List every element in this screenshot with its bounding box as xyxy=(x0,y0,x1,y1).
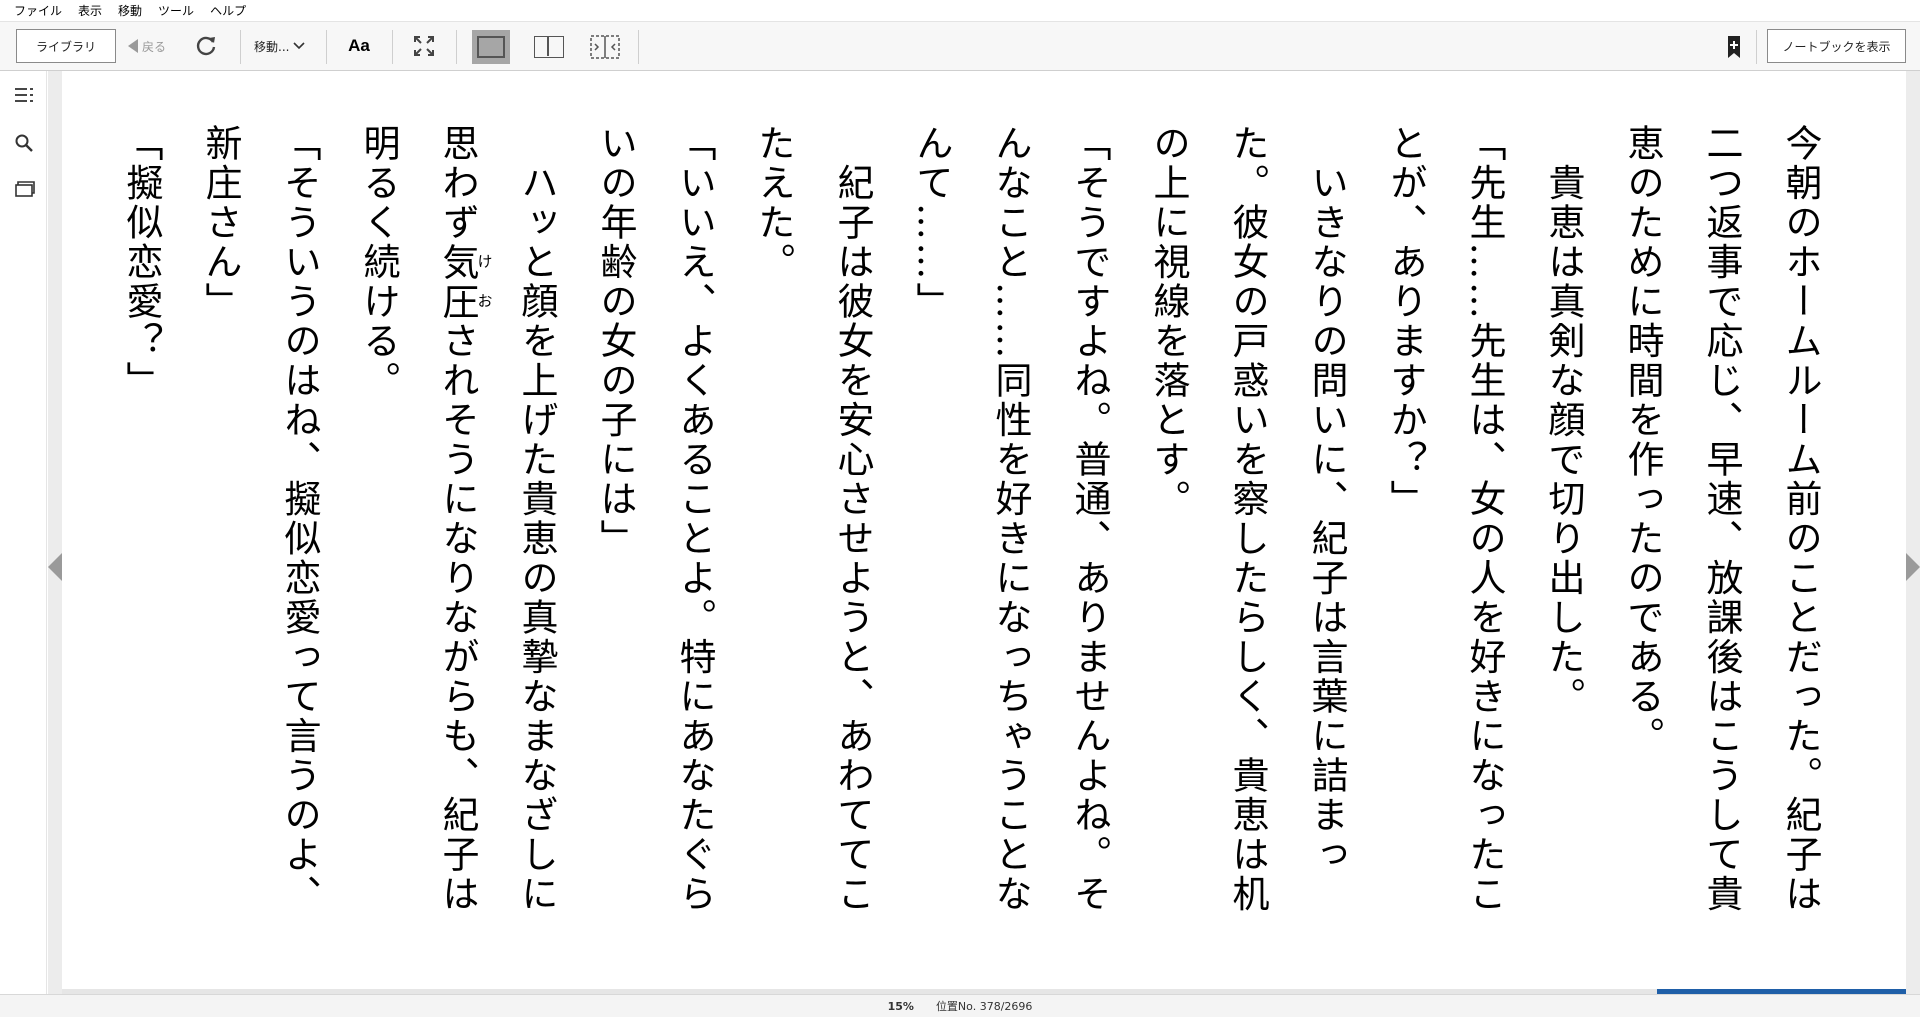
back-arrow-icon xyxy=(128,39,138,53)
toolbar-divider xyxy=(392,30,393,64)
previous-page-arrow-icon[interactable] xyxy=(48,553,62,581)
book-paragraph: 「いいえ、よくあることよ。特にあなたぐらいの年齢の女の子には」 xyxy=(594,124,716,914)
book-paragraph: 「先生……先生は、女の人を好きになったことが、ありますか？」 xyxy=(1384,124,1506,914)
library-button[interactable]: ライブラリ xyxy=(16,29,116,63)
fullscreen-icon[interactable] xyxy=(412,34,436,58)
book-paragraph: 今朝のホームルーム前のことだった。紀子は二つ返事で応じ、早速、放課後はこうして貴… xyxy=(1621,124,1822,914)
toolbar-divider xyxy=(638,30,639,64)
toolbar-divider xyxy=(456,30,457,64)
fit-page-icon xyxy=(590,35,620,59)
book-paragraph: ハッと顔を上げた貴恵の真摯なまなざしに思わず気圧けおされそうになりながらも、紀子… xyxy=(357,124,558,914)
two-page-icon xyxy=(534,36,564,58)
back-button[interactable]: 戻る xyxy=(128,29,176,63)
location-readout: 位置No. 378/2696 xyxy=(935,1000,1033,1013)
toolbar-divider xyxy=(240,30,241,64)
table-of-contents-icon[interactable] xyxy=(12,83,36,107)
toolbar-divider xyxy=(1756,30,1757,64)
menu-view[interactable]: 表示 xyxy=(70,0,110,22)
next-page-arrow-icon[interactable] xyxy=(1906,553,1920,581)
font-settings-button[interactable]: Aa xyxy=(344,29,374,63)
two-page-view-button[interactable] xyxy=(530,30,568,64)
flashcards-icon[interactable] xyxy=(12,177,36,201)
left-sidebar xyxy=(0,71,47,994)
book-paragraph: 貴恵は真剣な顔で切り出した。 xyxy=(1542,124,1585,717)
goto-label: 移動... xyxy=(254,39,290,54)
book-paragraph: 「そういうのはね、擬似恋愛って言うのよ、新庄さん」 xyxy=(199,124,321,914)
progress-percent: 15% xyxy=(887,999,914,1013)
fit-page-view-button[interactable] xyxy=(586,30,624,64)
single-page-icon xyxy=(477,36,505,58)
show-notebook-button[interactable]: ノートブックを表示 xyxy=(1767,29,1906,63)
book-paragraph: 「擬似恋愛？」 xyxy=(120,124,163,401)
menu-bar: ファイル 表示 移動 ツール ヘルプ xyxy=(0,0,1920,22)
toolbar: ライブラリ 戻る 移動... Aa ノートブックを表示 xyxy=(0,22,1920,71)
single-page-view-button[interactable] xyxy=(472,30,510,64)
menu-tools[interactable]: ツール xyxy=(150,0,202,22)
menu-help[interactable]: ヘルプ xyxy=(202,0,254,22)
back-label: 戻る xyxy=(142,39,167,54)
book-paragraph: 紀子は彼女を安心させようと、あわててこたえた。 xyxy=(752,124,874,914)
chevron-down-icon xyxy=(293,42,306,50)
book-paragraph: いきなりの問いに、紀子は言葉に詰まった。彼女の戸惑いを察したらしく、貴恵は机の上… xyxy=(1147,124,1348,914)
next-page-gutter[interactable] xyxy=(1906,71,1920,994)
menu-go[interactable]: 移動 xyxy=(110,0,150,22)
search-icon[interactable] xyxy=(12,131,36,155)
book-text: 今朝のホームルーム前のことだった。紀子は二つ返事で応じ、早速、放課後はこうして貴… xyxy=(100,124,1840,944)
menu-file[interactable]: ファイル xyxy=(6,0,70,22)
refresh-icon[interactable] xyxy=(194,34,218,58)
book-paragraph: 「そうですよね。普通、ありませんよね。そんなこと……同性を好きになっちゃうことな… xyxy=(910,124,1111,914)
goto-button[interactable]: 移動... xyxy=(254,29,314,63)
prev-page-gutter[interactable] xyxy=(48,71,62,994)
toolbar-divider xyxy=(326,30,327,64)
status-bar: 15% 位置No. 378/2696 xyxy=(0,994,1920,1017)
bookmark-icon[interactable] xyxy=(1722,34,1746,60)
